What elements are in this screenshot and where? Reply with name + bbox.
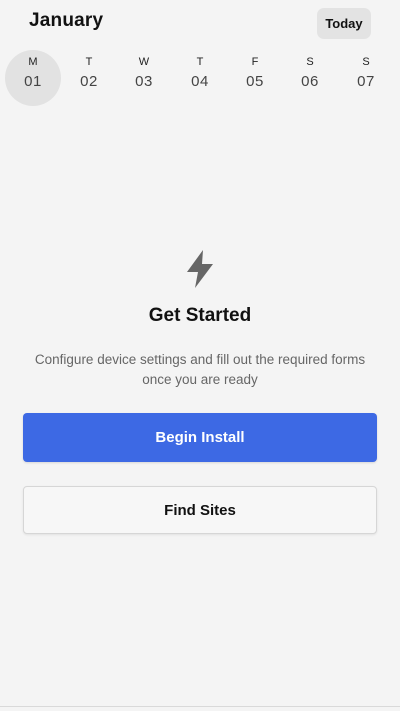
day-number: 04 xyxy=(191,73,209,90)
day-number: 07 xyxy=(357,73,375,90)
empty-state-title: Get Started xyxy=(148,305,252,326)
day-of-week-label: S xyxy=(306,56,314,68)
day-of-week-label: M xyxy=(28,56,38,68)
calendar-header: January Today xyxy=(0,0,400,48)
month-title: January xyxy=(29,10,104,31)
day-of-week-label: W xyxy=(138,56,150,68)
lightning-bolt-icon xyxy=(184,249,216,289)
week-strip: M 01 T 02 W 03 T 04 F 05 S 06 S 07 xyxy=(5,50,400,108)
find-sites-button[interactable]: Find Sites xyxy=(23,486,377,534)
today-button[interactable]: Today xyxy=(317,8,371,39)
day-sunday[interactable]: S 07 xyxy=(338,50,394,106)
day-of-week-label: S xyxy=(362,56,370,68)
day-of-week-label: F xyxy=(251,56,259,68)
begin-install-button[interactable]: Begin Install xyxy=(23,413,377,462)
day-of-week-label: T xyxy=(85,56,93,68)
day-monday[interactable]: M 01 xyxy=(5,50,61,106)
day-number: 02 xyxy=(80,73,98,90)
day-number: 01 xyxy=(24,73,42,90)
day-saturday[interactable]: S 06 xyxy=(282,50,338,106)
day-thursday[interactable]: T 04 xyxy=(172,50,228,106)
day-wednesday[interactable]: W 03 xyxy=(116,50,172,106)
day-number: 06 xyxy=(301,73,319,90)
bottom-divider xyxy=(0,706,400,707)
day-friday[interactable]: F 05 xyxy=(227,50,283,106)
empty-state-description: Configure device settings and fill out t… xyxy=(34,352,366,387)
day-number: 05 xyxy=(246,73,264,90)
day-number: 03 xyxy=(135,73,153,90)
day-tuesday[interactable]: T 02 xyxy=(61,50,117,106)
day-of-week-label: T xyxy=(196,56,204,68)
